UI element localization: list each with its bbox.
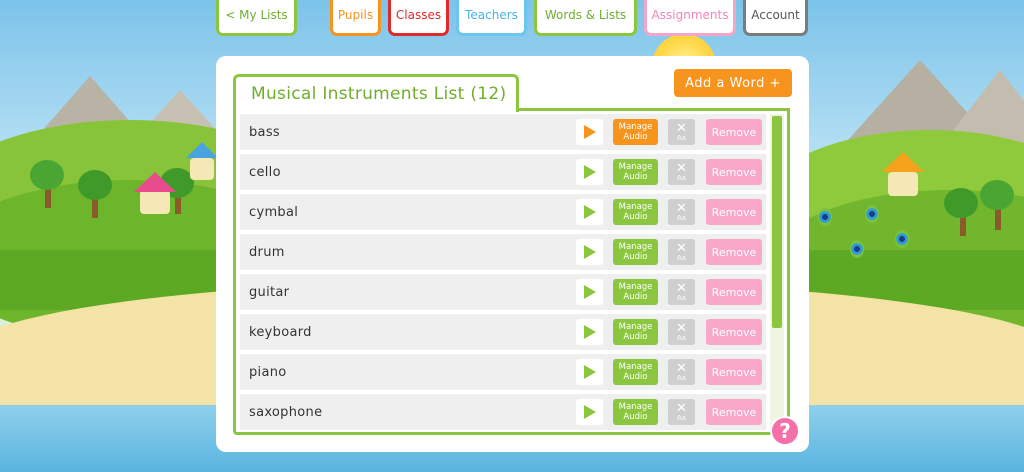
remove-button[interactable]: Remove [706,319,762,345]
word-row: keyboard Manage Audio ✕ Aa Remove [240,314,766,350]
play-icon [583,245,596,259]
word-label: piano [249,364,287,380]
play-icon [583,125,596,139]
close-icon: ✕ [676,360,687,376]
play-icon [583,325,596,339]
case-label: Aa [676,133,687,142]
roof [882,152,924,172]
word-row: cello Manage Audio ✕ Aa Remove [240,154,766,190]
play-icon [583,365,596,379]
play-audio-button[interactable] [576,199,603,225]
remove-button[interactable]: Remove [706,159,762,185]
case-toggle-button[interactable]: ✕ Aa [668,119,695,145]
case-label: Aa [676,373,687,382]
roof [186,142,218,158]
case-label: Aa [676,293,687,302]
help-button[interactable]: ? [770,416,800,446]
case-toggle-button[interactable]: ✕ Aa [668,399,695,425]
word-label: cymbal [249,204,299,220]
tab-teachers[interactable]: Teachers [456,0,527,36]
case-toggle-button[interactable]: ✕ Aa [668,279,695,305]
tree-icon [30,160,64,190]
tab-my-lists[interactable]: < My Lists [216,0,297,36]
play-audio-button[interactable] [576,359,603,385]
word-label: saxophone [249,404,323,420]
list-title: Musical Instruments List (12) [251,84,507,104]
case-label: Aa [676,333,687,342]
word-row: saxophone Manage Audio ✕ Aa Remove [240,394,766,430]
manage-audio-button[interactable]: Manage Audio [613,119,658,145]
word-row: bass Manage Audio ✕ Aa Remove [240,114,766,150]
remove-button[interactable]: Remove [706,399,762,425]
close-icon: ✕ [676,200,687,216]
case-toggle-button[interactable]: ✕ Aa [668,199,695,225]
play-audio-button[interactable] [576,159,603,185]
case-toggle-button[interactable]: ✕ Aa [668,239,695,265]
case-label: Aa [676,173,687,182]
case-label: Aa [676,253,687,262]
play-audio-button[interactable] [576,279,603,305]
remove-button[interactable]: Remove [706,359,762,385]
close-icon: ✕ [676,400,687,416]
manage-audio-button[interactable]: Manage Audio [613,239,658,265]
close-icon: ✕ [676,120,687,136]
roof [134,172,176,192]
add-word-button[interactable]: Add a Word + [674,69,792,97]
house-icon [190,158,214,180]
tree-icon [78,170,112,200]
tab-words-lists[interactable]: Words & Lists [534,0,637,36]
tab-account[interactable]: Account [743,0,808,36]
tree-trunk [995,208,1001,230]
case-label: Aa [676,413,687,422]
manage-audio-button[interactable]: Manage Audio [613,279,658,305]
play-audio-button[interactable] [576,319,603,345]
remove-button[interactable]: Remove [706,239,762,265]
house-icon [140,190,170,214]
manage-audio-button[interactable]: Manage Audio [613,199,658,225]
tab-assignments[interactable]: Assignments [644,0,736,36]
word-label: bass [249,124,280,140]
case-toggle-button[interactable]: ✕ Aa [668,159,695,185]
close-icon: ✕ [676,240,687,256]
case-toggle-button[interactable]: ✕ Aa [668,319,695,345]
word-row: drum Manage Audio ✕ Aa Remove [240,234,766,270]
scrollbar-thumb[interactable] [772,116,782,328]
play-icon [583,285,596,299]
word-label: cello [249,164,281,180]
remove-button[interactable]: Remove [706,199,762,225]
manage-audio-button[interactable]: Manage Audio [613,359,658,385]
word-label: keyboard [249,324,312,340]
tree-icon [980,180,1014,210]
tab-pupils[interactable]: Pupils [330,0,381,36]
case-toggle-button[interactable]: ✕ Aa [668,359,695,385]
play-audio-button[interactable] [576,239,603,265]
manage-audio-button[interactable]: Manage Audio [613,319,658,345]
play-icon [583,165,596,179]
word-label: guitar [249,284,290,300]
peacock-feather-icon [895,230,909,248]
tree-icon [944,188,978,218]
play-icon [583,205,596,219]
case-label: Aa [676,213,687,222]
peacock-feather-icon [818,208,832,226]
tab-classes[interactable]: Classes [388,0,449,36]
play-audio-button[interactable] [576,119,603,145]
close-icon: ✕ [676,320,687,336]
word-row: cymbal Manage Audio ✕ Aa Remove [240,194,766,230]
close-icon: ✕ [676,280,687,296]
word-label: drum [249,244,285,260]
play-audio-button[interactable] [576,399,603,425]
close-icon: ✕ [676,160,687,176]
word-row: piano Manage Audio ✕ Aa Remove [240,354,766,390]
peacock-feather-icon [865,205,879,223]
remove-button[interactable]: Remove [706,279,762,305]
play-icon [583,405,596,419]
word-row: guitar Manage Audio ✕ Aa Remove [240,274,766,310]
peacock-feather-icon [850,240,864,258]
manage-audio-button[interactable]: Manage Audio [613,159,658,185]
house-icon [888,172,918,196]
manage-audio-button[interactable]: Manage Audio [613,399,658,425]
remove-button[interactable]: Remove [706,119,762,145]
